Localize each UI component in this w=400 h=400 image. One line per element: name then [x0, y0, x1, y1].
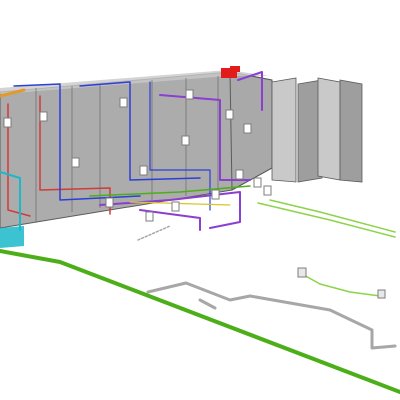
junction-box-icon: [243, 123, 252, 134]
junction-box-icon: [211, 189, 220, 200]
equipment-enclosure: [0, 70, 273, 229]
junction-box-icon: [253, 177, 262, 188]
junction-box-icon: [171, 201, 180, 212]
panel-3: [317, 77, 341, 181]
electrical-panels: [271, 77, 363, 183]
mep-model-canvas: [0, 66, 400, 394]
junction-box-icon: [235, 169, 244, 180]
slab-edge-notch: [198, 298, 217, 310]
ground-wire-branch-b: [257, 202, 396, 238]
junction-box-icon: [39, 111, 48, 122]
junction-box-icon: [297, 267, 307, 278]
panel-4: [339, 79, 363, 183]
mep-model-viewport[interactable]: [0, 0, 400, 400]
junction-box-icon: [145, 211, 154, 222]
junction-box-icon: [3, 117, 12, 128]
base-unit: [0, 226, 24, 248]
junction-box-icon: [225, 109, 234, 120]
ground-wire-branch-a: [269, 199, 396, 233]
junction-box-icon: [105, 197, 114, 208]
junction-box-icon: [71, 157, 80, 168]
junction-box-icon: [377, 289, 386, 299]
cable-tray-icon: [137, 225, 171, 241]
junction-box-icon: [139, 165, 148, 176]
ground-wire-main: [0, 249, 400, 394]
junction-box-icon: [263, 185, 272, 196]
junction-box-icon: [181, 135, 190, 146]
junction-box-icon: [185, 89, 194, 100]
ground-wire-branch-c: [301, 273, 381, 297]
roof-unit-cap: [230, 66, 240, 72]
junction-box-icon: [119, 97, 128, 108]
panel-1: [271, 77, 297, 183]
